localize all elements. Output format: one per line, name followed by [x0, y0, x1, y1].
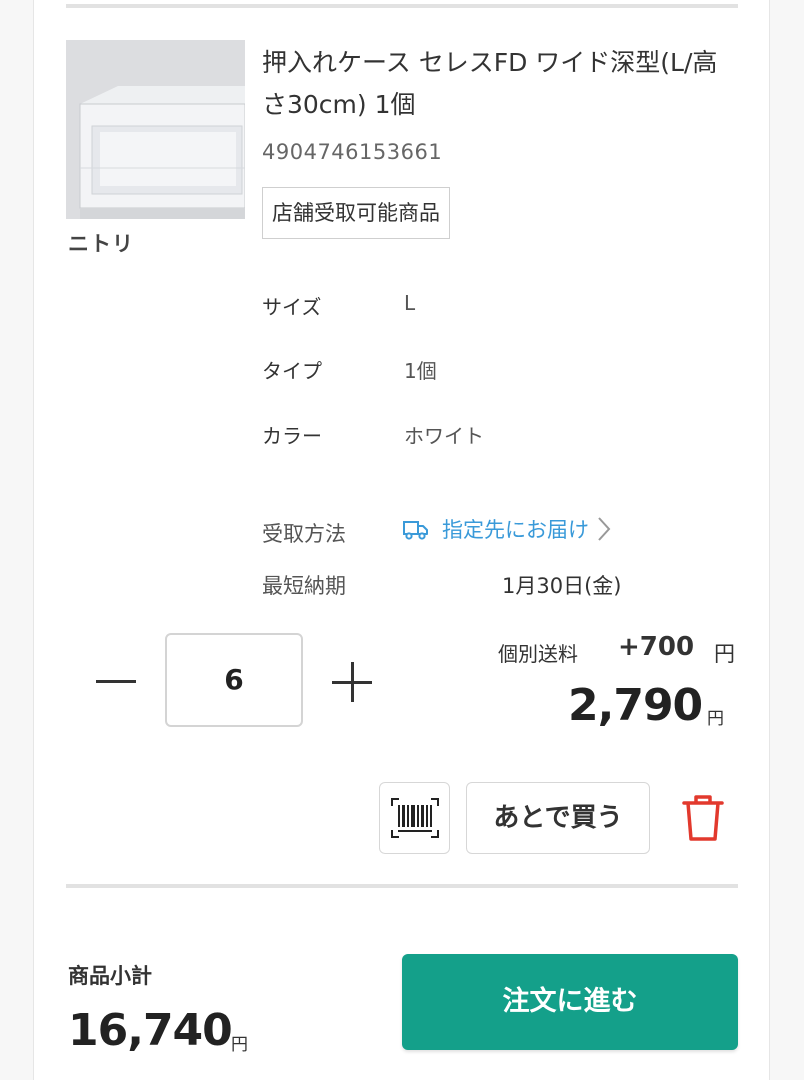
spec-value-size: L [404, 291, 416, 315]
spec-value-type: 1個 [404, 359, 437, 383]
quantity-input[interactable]: 6 [165, 633, 303, 727]
shipping-label: 個別送料 [498, 642, 578, 666]
subtotal-amount: 16,740 [68, 1005, 233, 1056]
delivery-method-label: 受取方法 [262, 522, 346, 546]
delete-button[interactable] [678, 792, 728, 844]
chevron-right-icon [598, 517, 611, 541]
top-divider [66, 4, 738, 8]
plus-icon[interactable] [332, 662, 372, 702]
barcode-icon [390, 798, 439, 838]
spec-value-color: ホワイト [404, 424, 484, 448]
shortest-delivery-date: 1月30日(金) [502, 574, 622, 598]
storage-drawer-image [66, 40, 245, 219]
barcode-button[interactable] [379, 782, 450, 854]
truck-icon [403, 521, 428, 540]
spec-key-color: カラー [262, 424, 322, 448]
product-title[interactable]: 押入れケース セレスFD ワイド深型(L/高さ30cm) 1個 [262, 42, 732, 126]
section-divider [66, 884, 738, 888]
minus-icon[interactable] [94, 650, 138, 710]
item-price-currency: 円 [707, 709, 724, 729]
trash-icon [682, 795, 724, 841]
spec-key-size: サイズ [262, 295, 322, 319]
subtotal-label: 商品小計 [68, 964, 152, 988]
spec-key-type: タイプ [262, 359, 322, 383]
proceed-to-order-button[interactable]: 注文に進む [402, 954, 738, 1050]
shipping-currency: 円 [714, 642, 735, 666]
delivery-method-value: 指定先にお届け [442, 518, 589, 542]
shortest-delivery-label: 最短納期 [262, 574, 346, 598]
delivery-method-link[interactable]: 指定先にお届け [402, 514, 623, 544]
product-image[interactable] [66, 40, 245, 219]
jan-code: 4904746153661 [262, 140, 443, 164]
shipping-amount: +700 [618, 632, 695, 662]
item-price: 2,790 [568, 680, 703, 731]
save-for-later-button[interactable]: あとで買う [466, 782, 650, 854]
brand-name: ニトリ [68, 232, 134, 256]
store-pickup-badge: 店舗受取可能商品 [262, 187, 450, 239]
subtotal-currency: 円 [231, 1035, 248, 1055]
